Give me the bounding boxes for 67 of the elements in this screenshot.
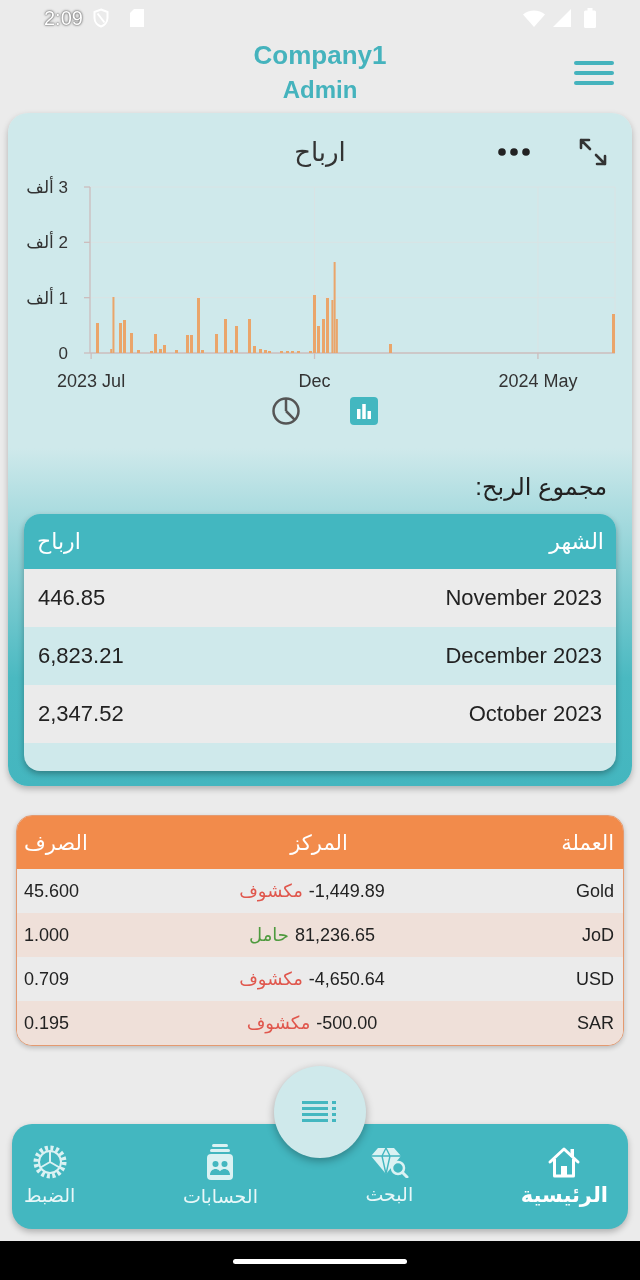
balance-status: مكشوف [239, 968, 303, 990]
balance-amount: -4,650.64 [308, 968, 385, 990]
table-cell: SAR [577, 1012, 614, 1034]
table-cell: 0.709 [24, 968, 70, 990]
pie-chart-icon[interactable] [272, 397, 300, 425]
bar-chart-icon[interactable] [350, 397, 378, 425]
y-tick-label: 0 [58, 344, 68, 363]
status-time: 2:09 [44, 6, 83, 30]
people-card-icon [206, 1143, 235, 1180]
table-cell: November 2023 [445, 585, 602, 611]
balance-amount: -500.00 [316, 1012, 378, 1034]
more-icon[interactable] [498, 148, 530, 156]
table-cell: 6,823.21 [38, 643, 124, 669]
chart-bar [389, 344, 392, 353]
chart-bar [175, 350, 178, 353]
chart-title: ارباح [294, 136, 346, 168]
chart-bar [96, 323, 99, 353]
x-tick-label: 2023 Jul [57, 371, 126, 391]
expand-icon[interactable] [579, 138, 607, 166]
chart-bar [235, 326, 238, 353]
chart-bar [248, 319, 251, 353]
x-tick-label: 2024 May [498, 371, 578, 391]
table-cell: October 2023 [468, 701, 602, 727]
balance-amount: 81,236.65 [294, 924, 375, 946]
column-header: ارباح [37, 528, 81, 555]
balance-status: مكشوف [239, 880, 303, 902]
chart-bar [130, 333, 133, 353]
company-name: Company1 [253, 39, 387, 72]
column-header: الشهر [549, 528, 604, 555]
table-cell: JoD [582, 924, 614, 946]
menu-icon[interactable] [574, 61, 614, 85]
user-role: Admin [282, 75, 358, 105]
y-tick-label: 3 ألف [26, 178, 68, 197]
balance-amount: -1,449.89 [308, 880, 385, 902]
chart-bar [224, 319, 227, 353]
gear-icon [32, 1144, 67, 1179]
table-cell: 45.600 [24, 880, 80, 902]
chart-bar [137, 350, 140, 353]
table-cell: December 2023 [445, 643, 602, 669]
table-cell: 0.195 [24, 1012, 70, 1034]
balance-status: حامل [249, 924, 289, 946]
y-tick-label: 1 ألف [26, 288, 68, 308]
nav-tab[interactable]: الرئيسية [520, 1145, 608, 1208]
home-icon [547, 1145, 582, 1178]
column-header: العملة [561, 830, 614, 855]
menu-fab[interactable] [274, 1066, 366, 1158]
table-cell: 2,347.52 [38, 701, 124, 727]
table-cell: 446.85 [38, 585, 106, 611]
table-cell: Gold [575, 880, 614, 902]
chart-bar [253, 346, 256, 353]
x-tick-label: Dec [298, 371, 331, 391]
nav-tab[interactable]: الضبط [24, 1144, 76, 1209]
diamond-search-icon [369, 1145, 410, 1178]
total-label: مجموع الربح: [475, 472, 607, 502]
y-tick-label: 2 ألف [26, 233, 68, 253]
list-icon [302, 1101, 338, 1123]
column-header: المركز [290, 830, 348, 855]
table-cell: USD [576, 968, 614, 990]
column-header: الصرف [24, 830, 88, 855]
table-cell: 1.000 [24, 924, 70, 946]
chart-bar [215, 334, 218, 353]
chart-bar [259, 349, 262, 353]
nav-tab[interactable]: الحسابات [182, 1143, 258, 1210]
chart-bar [612, 314, 615, 353]
balance-status: مكشوف [246, 1012, 311, 1034]
nav-tab[interactable]: البحث [365, 1145, 414, 1208]
chart-bar [230, 350, 233, 353]
